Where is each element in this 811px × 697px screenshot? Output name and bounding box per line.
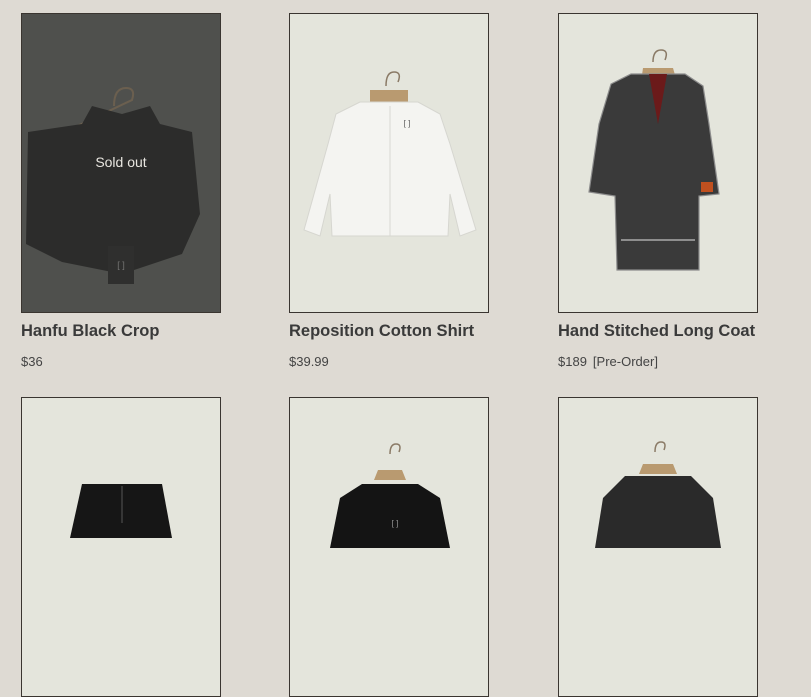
product-title[interactable]: Hand Stitched Long Coat xyxy=(558,322,755,341)
price-value: $189 xyxy=(558,354,587,369)
product-price: $39.99 xyxy=(289,354,329,369)
product-image-link[interactable]: [ ] xyxy=(289,397,489,697)
svg-text:[ ]: [ ] xyxy=(404,119,411,128)
product-price: $36 xyxy=(21,354,43,369)
price-value: $36 xyxy=(21,354,43,369)
product-image-link[interactable] xyxy=(558,397,758,697)
product-image-link[interactable]: [ ] Sold out xyxy=(21,13,221,313)
black-jacket-image: [ ] xyxy=(330,443,450,548)
product-image-link[interactable] xyxy=(558,13,758,313)
product-image-link[interactable]: [ ] xyxy=(289,13,489,313)
svg-text:[ ]: [ ] xyxy=(392,519,399,528)
long-coat-image xyxy=(588,49,720,271)
product-title[interactable]: Hanfu Black Crop xyxy=(21,322,159,341)
product-price: $189 [Pre-Order] xyxy=(558,354,658,369)
product-image-link[interactable] xyxy=(21,397,221,697)
price-value: $39.99 xyxy=(289,354,329,369)
sold-out-label: Sold out xyxy=(95,154,147,170)
product-title[interactable]: Reposition Cotton Shirt xyxy=(289,322,474,341)
preorder-badge: [Pre-Order] xyxy=(592,354,658,369)
blazer-image xyxy=(595,441,721,548)
black-shorts-image xyxy=(70,484,172,538)
white-shirt-image: [ ] xyxy=(303,71,477,237)
